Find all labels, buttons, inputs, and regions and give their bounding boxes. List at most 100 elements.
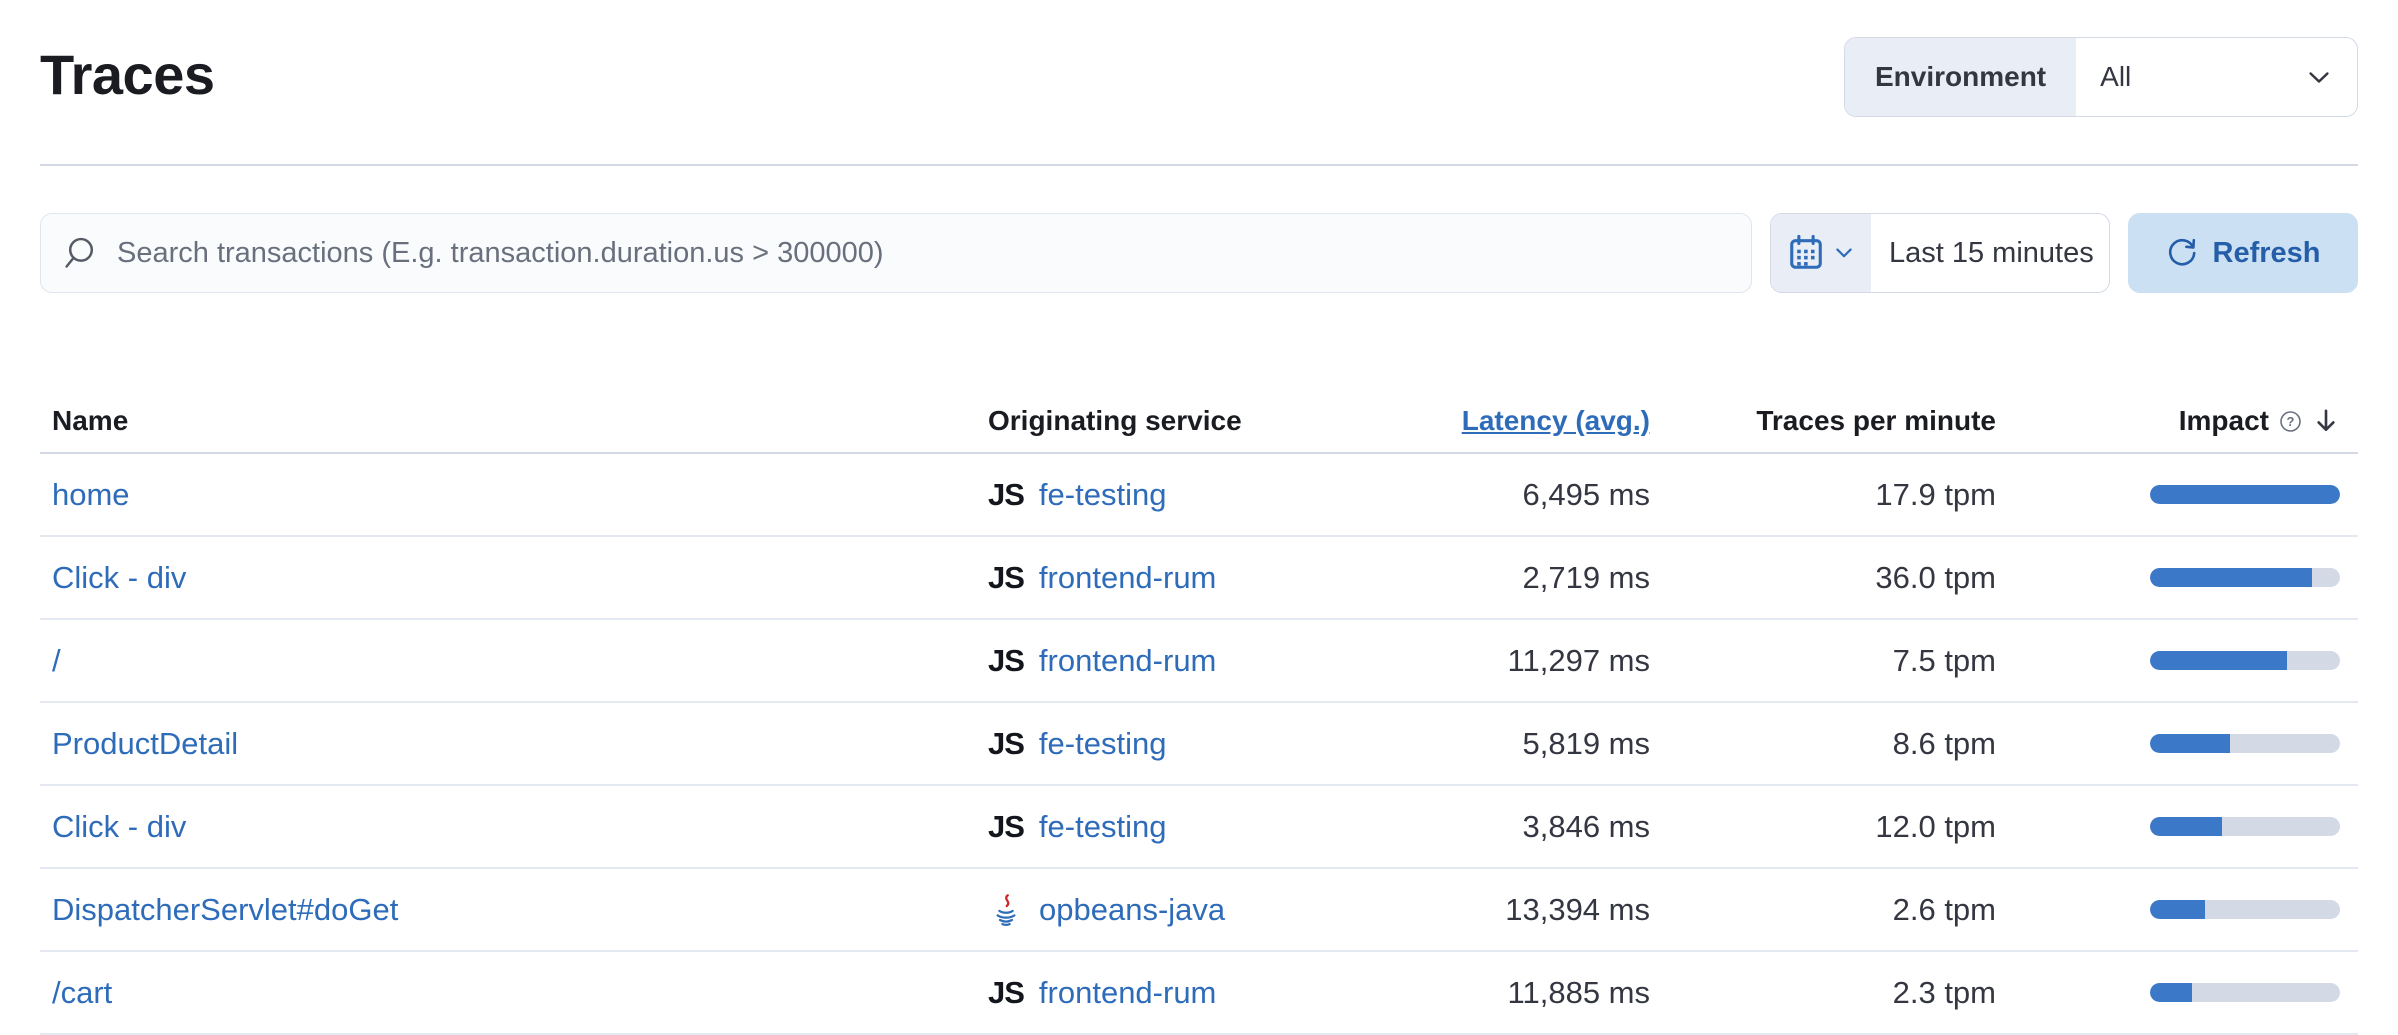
javascript-agent-icon: JS (988, 560, 1024, 596)
date-picker: Last 15 minutes (1770, 213, 2110, 293)
impact-bar-fill (2150, 734, 2230, 753)
table-header-row: Name Originating service Latency (avg.) … (40, 390, 2358, 454)
environment-select-label: Environment (1845, 38, 2076, 116)
impact-bar-track (2150, 900, 2340, 919)
traces-per-minute-cell: 36.0 tpm (1663, 560, 2008, 596)
traces-per-minute-cell: 2.6 tpm (1663, 892, 2008, 928)
help-question-icon[interactable]: ? (2279, 410, 2302, 433)
impact-bar-track (2150, 983, 2340, 1002)
impact-cell (2008, 900, 2358, 919)
latency-cell: 5,819 ms (1423, 726, 1663, 762)
originating-service-cell: opbeans-java (973, 892, 1423, 928)
latency-cell: 13,394 ms (1423, 892, 1663, 928)
impact-bar-fill (2150, 817, 2222, 836)
transaction-name-cell: home (40, 477, 973, 513)
impact-bar-fill (2150, 485, 2340, 504)
sort-arrow-down-icon (2312, 407, 2340, 435)
service-link[interactable]: frontend-rum (1039, 975, 1216, 1011)
impact-bar-track (2150, 734, 2340, 753)
header-divider (40, 164, 2358, 166)
transaction-name-link[interactable]: DispatcherServlet#doGet (52, 892, 398, 927)
service-link[interactable]: fe-testing (1039, 809, 1167, 845)
table-row: DispatcherServlet#doGet opbeans-java 13,39… (40, 869, 2358, 952)
javascript-agent-icon: JS (988, 726, 1024, 762)
time-range-button[interactable]: Last 15 minutes (1871, 214, 2109, 292)
transaction-name-cell: / (40, 643, 973, 679)
transaction-name-link[interactable]: ProductDetail (52, 726, 238, 761)
impact-cell (2008, 485, 2358, 504)
traces-per-minute-cell: 12.0 tpm (1663, 809, 2008, 845)
traces-per-minute-cell: 7.5 tpm (1663, 643, 2008, 679)
impact-bar-fill (2150, 651, 2287, 670)
traces-per-minute-cell: 8.6 tpm (1663, 726, 2008, 762)
javascript-agent-icon: JS (988, 809, 1024, 845)
calendar-icon (1787, 234, 1825, 272)
table-row: Click - divJSfe-testing3,846 ms12.0 tpm (40, 786, 2358, 869)
originating-service-cell: JS fe-testing (973, 477, 1423, 513)
environment-select[interactable]: Environment All (1844, 37, 2358, 117)
time-range-value: Last 15 minutes (1889, 237, 2094, 270)
table-row: / JS frontend-rum 11,297 ms7.5 tpm (40, 620, 2358, 703)
javascript-agent-icon: JS (988, 975, 1024, 1011)
latency-cell: 2,719 ms (1423, 560, 1663, 596)
originating-service-cell: JS fe-testing (973, 726, 1423, 762)
transaction-name-cell: Click - div (40, 560, 973, 596)
javascript-agent-icon: JS (988, 643, 1024, 679)
java-agent-icon (988, 892, 1024, 928)
service-link[interactable]: fe-testing (1039, 477, 1167, 513)
column-header-impact[interactable]: Impact ? (2008, 405, 2358, 437)
originating-service-cell: JS frontend-rum (973, 643, 1423, 679)
service-link[interactable]: opbeans-java (1039, 892, 1225, 928)
table-row: Click - div JS frontend-rum 2,719 ms36.0 tp… (40, 537, 2358, 620)
impact-cell (2008, 568, 2358, 587)
column-header-traces-per-minute[interactable]: Traces per minute (1663, 405, 2008, 437)
latency-cell: 6,495 ms (1423, 477, 1663, 513)
search-icon (63, 235, 99, 271)
column-header-originating-service[interactable]: Originating service (973, 405, 1423, 437)
page-title: Traces (40, 42, 215, 107)
transaction-name-link[interactable]: /cart (52, 975, 112, 1010)
traces-page: Traces Environment All (0, 0, 2398, 1028)
latency-cell: 11,885 ms (1423, 975, 1663, 1011)
impact-header-label: Impact (2179, 405, 2269, 437)
refresh-button[interactable]: Refresh (2128, 213, 2358, 293)
search-box[interactable] (40, 213, 1752, 293)
impact-bar-fill (2150, 568, 2312, 587)
table-row: homeJSfe-testing6,495 ms17.9 tpm (40, 454, 2358, 537)
service-link[interactable]: frontend-rum (1039, 560, 1216, 596)
originating-service-cell: JS frontend-rum (973, 975, 1423, 1011)
originating-service-cell: JS fe-testing (973, 809, 1423, 845)
transaction-name-link[interactable]: / (52, 643, 61, 678)
impact-bar-fill (2150, 983, 2192, 1002)
impact-bar-track (2150, 817, 2340, 836)
impact-cell (2008, 734, 2358, 753)
latency-sort-link[interactable]: Latency (avg.) (1462, 405, 1650, 436)
environment-select-value[interactable]: All (2076, 38, 2357, 116)
svg-text:?: ? (2287, 414, 2295, 429)
impact-cell (2008, 817, 2358, 836)
date-quick-select-button[interactable] (1771, 214, 1871, 292)
transaction-name-cell: Click - div (40, 809, 973, 845)
impact-cell (2008, 983, 2358, 1002)
column-header-latency[interactable]: Latency (avg.) (1423, 405, 1663, 437)
chevron-down-icon (1833, 242, 1855, 264)
traces-per-minute-cell: 2.3 tpm (1663, 975, 2008, 1011)
originating-service-cell: JS frontend-rum (973, 560, 1423, 596)
transaction-name-link[interactable]: home (52, 477, 130, 512)
search-input[interactable] (115, 236, 1729, 271)
traces-table: Name Originating service Latency (avg.) … (40, 390, 2358, 1035)
column-header-name[interactable]: Name (40, 405, 973, 437)
traces-table-body: homeJSfe-testing6,495 ms17.9 tpmClick - … (40, 454, 2358, 1035)
impact-bar-track (2150, 651, 2340, 670)
refresh-button-label: Refresh (2213, 237, 2321, 270)
impact-bar-fill (2150, 900, 2205, 919)
impact-bar-track (2150, 485, 2340, 504)
latency-cell: 11,297 ms (1423, 643, 1663, 679)
transaction-name-link[interactable]: Click - div (52, 809, 186, 844)
transaction-name-link[interactable]: Click - div (52, 560, 186, 595)
javascript-agent-icon: JS (988, 477, 1024, 513)
impact-cell (2008, 651, 2358, 670)
impact-bar-track (2150, 568, 2340, 587)
service-link[interactable]: fe-testing (1039, 726, 1167, 762)
service-link[interactable]: frontend-rum (1039, 643, 1216, 679)
